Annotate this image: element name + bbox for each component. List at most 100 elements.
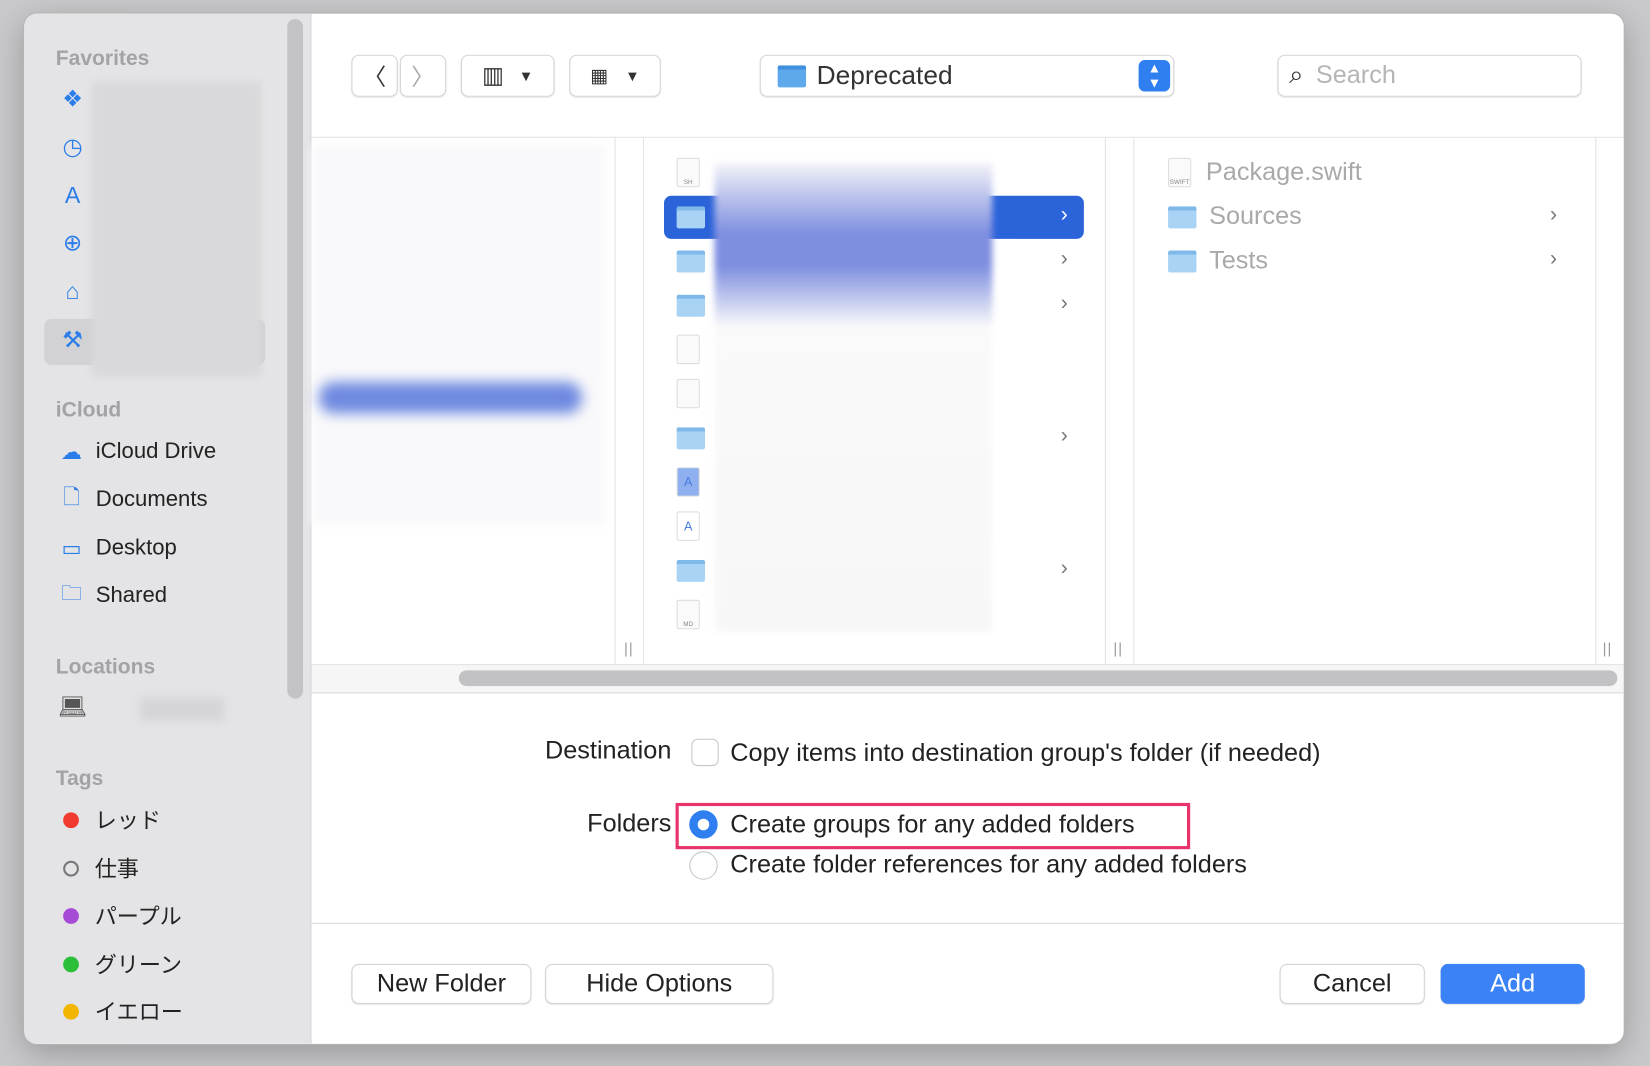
list-item[interactable]: MD bbox=[676, 593, 700, 635]
yellow-tag-dot-icon bbox=[63, 1003, 79, 1020]
columns-view-icon: ▥ bbox=[482, 62, 505, 89]
search-field[interactable]: ⌕ Search bbox=[1277, 54, 1582, 97]
create-groups-radio[interactable] bbox=[689, 810, 718, 839]
list-item[interactable] bbox=[676, 328, 700, 370]
item-label: Package.swift bbox=[1205, 157, 1362, 187]
dropbox-icon[interactable]: ❖ bbox=[58, 85, 87, 112]
list-item[interactable] bbox=[676, 549, 706, 591]
item-label: Sources bbox=[1209, 202, 1302, 231]
list-item-sources[interactable]: Sources bbox=[1168, 196, 1302, 238]
divider bbox=[311, 922, 1624, 924]
tag-label: 仕事 bbox=[94, 857, 139, 882]
sidebar-item-label: Desktop bbox=[95, 535, 177, 560]
chevron-right-icon: › bbox=[1060, 247, 1068, 271]
sidebar-item-documents[interactable]: 🗋 Documents bbox=[56, 479, 208, 521]
grid-icon: ▦ bbox=[590, 64, 609, 86]
divider bbox=[311, 692, 1624, 694]
list-item-tests[interactable]: Tests bbox=[1168, 240, 1268, 282]
developer-hammer-icon[interactable]: ⚒ bbox=[58, 326, 87, 353]
chevron-right-icon: › bbox=[1060, 291, 1068, 315]
horizontal-scrollbar[interactable] bbox=[458, 670, 1618, 687]
sh-file-icon: SH bbox=[676, 157, 700, 188]
tag-green[interactable]: グリーン bbox=[56, 943, 182, 985]
sidebar-scrollbar[interactable] bbox=[287, 18, 304, 699]
group-button[interactable]: ▦ ▼ bbox=[569, 54, 661, 97]
hide-options-button[interactable]: Hide Options bbox=[545, 963, 774, 1004]
chevron-down-icon: ▼ bbox=[518, 67, 534, 85]
column-resize-handle[interactable]: || bbox=[1113, 640, 1123, 657]
forward-button[interactable]: 〉 bbox=[399, 54, 447, 97]
list-item[interactable] bbox=[676, 373, 700, 415]
destination-label: Destination bbox=[545, 736, 672, 766]
copy-items-label: Copy items into destination group's fold… bbox=[730, 738, 1321, 768]
column-resize-handle[interactable]: || bbox=[624, 640, 634, 657]
list-item[interactable] bbox=[676, 284, 706, 326]
folder-icon bbox=[676, 559, 706, 582]
list-item[interactable] bbox=[676, 196, 706, 238]
add-button[interactable]: Add bbox=[1440, 963, 1585, 1004]
redacted-column-2-names bbox=[714, 163, 993, 632]
sidebar: Favorites ❖ ◷ A ⊕ ⌂ ⚒ iCloud ☁ iCloud Dri… bbox=[24, 13, 312, 1044]
document-icon: 🗋 bbox=[63, 486, 81, 510]
list-item[interactable] bbox=[676, 417, 706, 459]
new-folder-button[interactable]: New Folder bbox=[351, 963, 532, 1004]
path-popup[interactable]: Deprecated ▲ ▼ bbox=[759, 54, 1175, 97]
tag-label: イエロー bbox=[94, 1000, 183, 1025]
back-button[interactable]: 〈 bbox=[351, 54, 398, 97]
app-document-icon: A bbox=[676, 511, 700, 541]
copy-items-checkbox[interactable] bbox=[691, 738, 719, 767]
chevron-right-icon: › bbox=[1060, 556, 1068, 580]
chevron-left-icon: 〈 bbox=[363, 64, 387, 91]
sidebar-item-desktop[interactable]: ▭ Desktop bbox=[56, 527, 177, 569]
search-icon: ⌕ bbox=[1289, 61, 1304, 90]
list-item[interactable]: SH bbox=[676, 152, 700, 194]
folder-icon bbox=[676, 294, 706, 317]
chevron-right-icon: 〉 bbox=[411, 64, 435, 91]
applications-icon[interactable]: A bbox=[58, 182, 87, 209]
column-1-selection[interactable] bbox=[318, 381, 582, 414]
tag-purple[interactable]: パープル bbox=[56, 894, 182, 936]
list-item[interactable] bbox=[676, 240, 706, 282]
chevron-right-icon: › bbox=[1060, 203, 1068, 227]
green-tag-dot-icon bbox=[63, 956, 79, 972]
sidebar-item-label: Documents bbox=[95, 487, 208, 512]
column-resize-handle[interactable]: || bbox=[1603, 640, 1613, 657]
sidebar-item-label: iCloud Drive bbox=[95, 438, 217, 464]
create-references-radio[interactable] bbox=[689, 851, 718, 880]
tag-label: レッド bbox=[94, 809, 162, 834]
sidebar-item-shared[interactable]: 🗀 Shared bbox=[56, 575, 167, 617]
redacted-location bbox=[139, 697, 225, 721]
view-mode-button[interactable]: ▥ ▼ bbox=[460, 54, 555, 97]
tag-label: パープル bbox=[94, 904, 182, 930]
favorites-header: Favorites bbox=[55, 47, 150, 71]
shared-folder-icon: 🗀 bbox=[61, 581, 83, 606]
purple-tag-dot-icon bbox=[63, 907, 79, 924]
cancel-button[interactable]: Cancel bbox=[1279, 963, 1425, 1004]
tag-yellow[interactable]: イエロー bbox=[56, 990, 183, 1032]
sidebar-item-icloud-drive[interactable]: ☁ iCloud Drive bbox=[56, 430, 216, 472]
tag-red[interactable]: レッド bbox=[56, 799, 161, 841]
outline-tag-dot-icon bbox=[63, 860, 79, 877]
locations-header: Locations bbox=[55, 655, 156, 679]
chevron-right-icon: › bbox=[1550, 203, 1558, 227]
sidebar-item-label: Shared bbox=[95, 582, 168, 608]
list-item[interactable]: A bbox=[676, 505, 700, 547]
tag-label: グリーン bbox=[94, 953, 182, 978]
desktop-icon: ▭ bbox=[61, 537, 82, 561]
chevron-right-icon: › bbox=[1550, 247, 1558, 271]
tags-header: Tags bbox=[55, 767, 104, 791]
swift-file-icon: SWIFT bbox=[1168, 157, 1192, 188]
tag-work[interactable]: 仕事 bbox=[56, 847, 139, 889]
recents-clock-icon[interactable]: ◷ bbox=[58, 134, 87, 161]
home-icon[interactable]: ⌂ bbox=[58, 278, 87, 305]
chevron-right-icon: › bbox=[1060, 424, 1068, 448]
create-groups-label: Create groups for any added folders bbox=[730, 810, 1135, 839]
downloads-icon[interactable]: ⊕ bbox=[58, 229, 87, 256]
folder-icon bbox=[676, 426, 706, 449]
list-item-package-swift[interactable]: SWIFT Package.swift bbox=[1168, 152, 1362, 194]
laptop-icon[interactable]: 💻︎ bbox=[58, 693, 87, 720]
updown-chevron-icon: ▲ ▼ bbox=[1138, 59, 1171, 92]
red-tag-dot-icon bbox=[63, 811, 79, 828]
redacted-column-1 bbox=[311, 145, 607, 525]
list-item[interactable]: A bbox=[676, 461, 700, 503]
